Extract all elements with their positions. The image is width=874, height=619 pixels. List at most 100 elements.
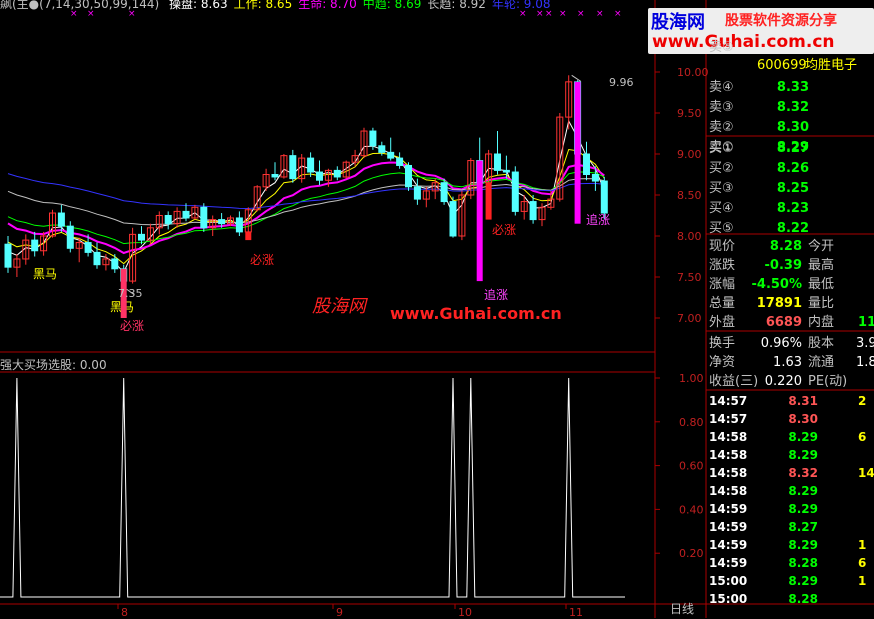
bid-price: 8.27 [776, 141, 809, 156]
stat-zhangfu-value: -4.50% [751, 277, 803, 292]
y-tick-label: 9.50 [677, 107, 702, 120]
y-tick-label: 7.50 [677, 271, 702, 284]
top-marker: × [70, 9, 78, 19]
candle-body[interactable] [182, 210, 190, 219]
y-tick-label: 9.00 [677, 148, 702, 161]
candle-body[interactable] [502, 169, 510, 173]
stock-name[interactable]: 均胜电子 [805, 56, 857, 75]
stat-zuigao-label: 最高 [808, 258, 835, 273]
stat-jingzi-value: 1.63 [773, 355, 802, 370]
sub-y-tick-label: 1.00 [679, 372, 704, 385]
candle-body[interactable] [138, 233, 145, 241]
tick-volume: 6 [858, 556, 867, 570]
tick-volume: 14 [858, 466, 874, 480]
tick-volume: 2 [858, 394, 867, 408]
indicator-value-3: 中趋: 8.69 [362, 0, 422, 10]
candle-body[interactable] [93, 251, 101, 266]
candle-body[interactable] [405, 164, 412, 188]
stat-huanshou-label: 换手 [709, 336, 736, 351]
candle-body[interactable] [289, 155, 297, 180]
top-marker: × [559, 9, 567, 19]
signal-label: 黑马 [33, 267, 57, 281]
stat-waipan-value: 6689 [765, 315, 802, 330]
signal-bar [245, 231, 252, 241]
candle-body[interactable] [591, 174, 599, 182]
candle-body[interactable] [307, 157, 315, 173]
candle-body[interactable] [378, 145, 386, 153]
signal-bar [574, 81, 581, 224]
bid-price: 8.26 [776, 161, 809, 176]
y-tick-label: 10.00 [677, 66, 709, 79]
stat-shouyi-label: 收益(三) [709, 374, 759, 389]
tick-time: 14:59 [709, 538, 748, 552]
candle-body[interactable] [529, 201, 537, 221]
bid-label: 买⑤ [709, 221, 734, 236]
tick-price: 8.30 [788, 412, 818, 426]
stat-liutong-label: 流通 [808, 355, 835, 370]
candle-body[interactable] [57, 212, 65, 227]
candle-body[interactable] [511, 171, 519, 212]
candle-body[interactable] [66, 225, 74, 249]
candle-body[interactable] [235, 217, 243, 233]
ask-label: 卖④ [709, 80, 734, 95]
candle-body[interactable] [440, 182, 448, 203]
top-marker: × [577, 9, 585, 19]
candle-body[interactable] [494, 153, 501, 171]
stat-waipan-label: 外盘 [709, 315, 736, 330]
candle-body[interactable] [84, 242, 92, 253]
bid-price: 8.25 [776, 181, 809, 196]
indicator-name[interactable]: 飙(主● [0, 0, 39, 10]
tick-time: 15:00 [709, 592, 748, 606]
sub-y-tick-label: 0.60 [679, 460, 704, 473]
candle-body[interactable] [583, 153, 590, 175]
tick-price: 8.28 [788, 556, 818, 570]
stat-liangbi-label: 量比 [808, 296, 835, 311]
indicator-value-5: 年轮: 9.08 [491, 0, 551, 10]
candle-body[interactable] [333, 169, 341, 178]
candle-body[interactable] [164, 215, 172, 225]
candle-body[interactable] [218, 219, 226, 225]
bid-price: 8.22 [776, 221, 809, 236]
candlesticks[interactable] [4, 75, 608, 290]
stat-guben-value: 3.9 [856, 336, 874, 351]
tick-price: 8.27 [788, 520, 818, 534]
stat-guben-label: 股本 [808, 336, 835, 351]
signal-label: 必涨 [492, 222, 516, 237]
candle-body[interactable] [271, 174, 279, 178]
period-label[interactable]: 日线 [670, 600, 694, 619]
stat-zuidi-label: 最低 [808, 277, 835, 292]
sub-panel-title[interactable]: 强大买场选股: 0.00 [0, 356, 107, 375]
tick-price: 8.29 [788, 502, 818, 516]
candle-body[interactable] [31, 239, 39, 252]
stock-code: 600699 [757, 58, 807, 73]
stat-zhangfu-label: 涨幅 [709, 277, 736, 292]
stat-zhangdie-label: 涨跌 [709, 258, 736, 273]
candle-body[interactable] [387, 151, 395, 159]
top-marker: × [596, 9, 604, 19]
stat-pe-label: PE(动) [808, 374, 848, 389]
candle-body[interactable] [316, 171, 323, 181]
stat-xianjia-label: 现价 [709, 239, 736, 254]
stat-jinkai-label: 今开 [808, 239, 835, 254]
watermark-url: www.Guhai.com.cn [652, 32, 835, 52]
tick-time: 14:58 [709, 448, 748, 462]
watermark-slogan: 股票软件资源分享 [725, 13, 837, 29]
candle-body[interactable] [413, 186, 421, 200]
signal-label: 追涨 [484, 287, 508, 302]
candle-body[interactable] [449, 201, 457, 237]
y-tick-label: 8.50 [677, 189, 702, 202]
candle-body[interactable] [111, 258, 119, 270]
candle-body[interactable] [600, 180, 608, 214]
tick-price: 8.29 [788, 538, 818, 552]
candle-body[interactable] [396, 157, 404, 166]
candle-body[interactable] [200, 206, 208, 229]
signal-label: 追涨 [586, 212, 610, 227]
signal-spike-line [0, 377, 625, 598]
stat-neipan-value: 11 [858, 315, 874, 330]
candle-body[interactable] [4, 243, 12, 268]
tick-time: 14:58 [709, 466, 748, 480]
x-tick-label: 11 [569, 606, 583, 618]
indicator-params: (7,14,30,50,99,144) [39, 0, 160, 10]
candle-body[interactable] [369, 130, 377, 147]
top-marker: × [87, 9, 95, 19]
